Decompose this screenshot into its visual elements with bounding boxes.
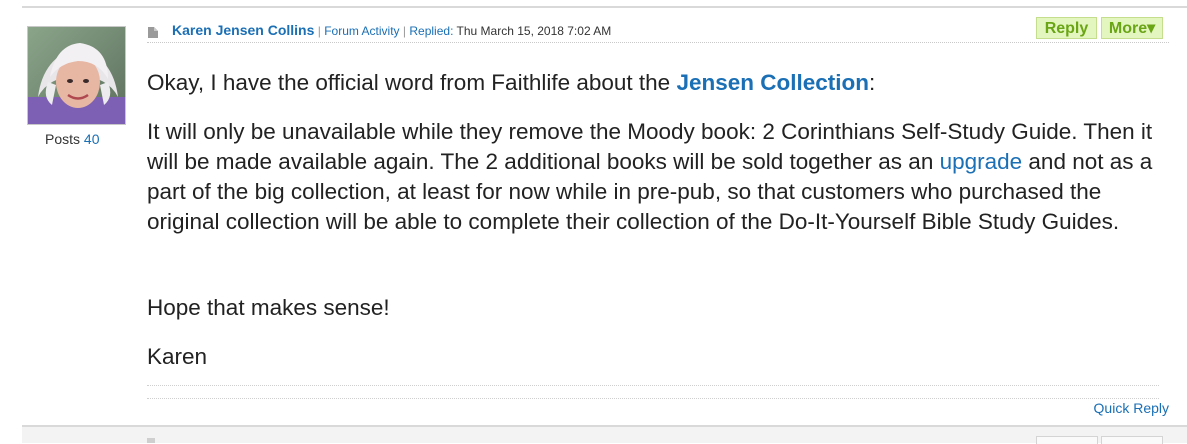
p1-end: : — [868, 70, 876, 95]
replied-label: Replied: — [409, 24, 454, 38]
paragraph-3: Hope that makes sense! — [147, 295, 390, 320]
footer-divider — [147, 385, 1159, 386]
post-document-icon — [148, 25, 158, 38]
replied-date: Thu March 15, 2018 7:02 AM — [456, 24, 612, 38]
post-meta: Karen Jensen Collins | Forum Activity | … — [172, 22, 611, 38]
avatar-photo — [28, 27, 125, 124]
posts-count-link[interactable]: 40 — [84, 131, 100, 147]
signature: Karen — [147, 344, 208, 369]
quick-reply-link[interactable]: Quick Reply — [1094, 400, 1169, 416]
post-count: Posts 40 — [45, 131, 99, 147]
author-link[interactable]: Karen Jensen Collins — [172, 22, 314, 38]
upgrade-link[interactable]: upgrade — [940, 149, 1023, 174]
next-post-icon — [147, 438, 155, 443]
posts-label: Posts — [45, 131, 81, 147]
header-divider — [147, 42, 1169, 43]
jensen-collection-link[interactable]: Jensen Collection — [676, 70, 869, 95]
paragraph-1: Okay, I have the official word from Fait… — [147, 68, 875, 98]
next-post-header — [22, 427, 1187, 443]
paragraph-2: It will only be unavailable while they r… — [147, 117, 1169, 237]
footer-divider — [147, 398, 1159, 399]
reply-button[interactable]: Reply — [1036, 17, 1097, 39]
meta-separator: | — [402, 24, 407, 38]
forum-activity-link[interactable]: Forum Activity — [324, 24, 399, 38]
user-avatar[interactable] — [27, 26, 126, 125]
meta-separator: | — [317, 24, 321, 38]
p1-text: Okay, I have the official word from Fait… — [147, 70, 677, 95]
more-button[interactable]: More▾ — [1101, 17, 1163, 39]
top-divider — [22, 6, 1187, 8]
